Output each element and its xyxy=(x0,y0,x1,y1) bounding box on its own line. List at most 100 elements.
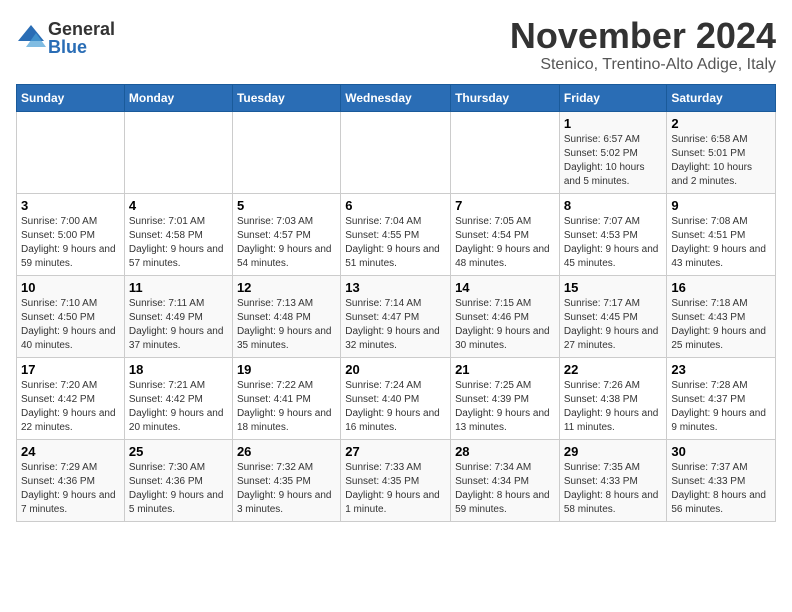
day-info: Sunrise: 7:22 AMSunset: 4:41 PMDaylight:… xyxy=(237,380,332,433)
day-number: 14 xyxy=(455,280,555,295)
day-number: 16 xyxy=(671,280,771,295)
day-number: 25 xyxy=(129,444,228,459)
day-info: Sunrise: 7:15 AMSunset: 4:46 PMDaylight:… xyxy=(455,298,550,351)
day-cell: 17Sunrise: 7:20 AMSunset: 4:42 PMDayligh… xyxy=(17,357,125,439)
day-cell: 27 Sunrise: 7:33 AMSunset: 4:35 PMDayligh… xyxy=(341,439,451,521)
day-number: 24 xyxy=(21,444,120,459)
day-cell: 6 Sunrise: 7:04 AMSunset: 4:55 PMDaylight… xyxy=(341,193,451,275)
logo-icon xyxy=(16,23,46,53)
week-row-4: 17Sunrise: 7:20 AMSunset: 4:42 PMDayligh… xyxy=(17,357,776,439)
day-cell: 18 Sunrise: 7:21 AMSunset: 4:42 PMDayligh… xyxy=(124,357,232,439)
day-cell: 16 Sunrise: 7:18 AMSunset: 4:43 PMDayligh… xyxy=(667,275,776,357)
day-info: Sunrise: 7:07 AMSunset: 4:53 PMDaylight:… xyxy=(564,216,659,269)
day-info: Sunrise: 7:11 AMSunset: 4:49 PMDaylight:… xyxy=(129,298,224,351)
logo: General Blue xyxy=(16,20,115,56)
header-cell-monday: Monday xyxy=(124,84,232,111)
day-number: 5 xyxy=(237,198,336,213)
day-number: 29 xyxy=(564,444,663,459)
day-info: Sunrise: 7:21 AMSunset: 4:42 PMDaylight:… xyxy=(129,380,224,433)
day-cell: 8 Sunrise: 7:07 AMSunset: 4:53 PMDaylight… xyxy=(559,193,667,275)
day-cell: 26Sunrise: 7:32 AMSunset: 4:35 PMDayligh… xyxy=(232,439,340,521)
day-cell: 23Sunrise: 7:28 AMSunset: 4:37 PMDayligh… xyxy=(667,357,776,439)
day-info: Sunrise: 7:04 AMSunset: 4:55 PMDaylight:… xyxy=(345,216,440,269)
day-info: Sunrise: 7:05 AMSunset: 4:54 PMDaylight:… xyxy=(455,216,550,269)
day-number: 23 xyxy=(671,362,771,377)
day-number: 22 xyxy=(564,362,663,377)
header-row: SundayMondayTuesdayWednesdayThursdayFrid… xyxy=(17,84,776,111)
day-info: Sunrise: 6:57 AMSunset: 5:02 PMDaylight:… xyxy=(564,134,645,187)
day-cell: 11 Sunrise: 7:11 AMSunset: 4:49 PMDayligh… xyxy=(124,275,232,357)
logo-general-text: General xyxy=(48,20,115,38)
day-number: 2 xyxy=(671,116,771,131)
day-number: 9 xyxy=(671,198,771,213)
day-cell: 13Sunrise: 7:14 AMSunset: 4:47 PMDayligh… xyxy=(341,275,451,357)
day-number: 1 xyxy=(564,116,663,131)
day-cell: 22 Sunrise: 7:26 AMSunset: 4:38 PMDayligh… xyxy=(559,357,667,439)
title-section: November 2024 Stenico, Trentino-Alto Adi… xyxy=(510,16,776,74)
day-cell: 19 Sunrise: 7:22 AMSunset: 4:41 PMDayligh… xyxy=(232,357,340,439)
day-number: 11 xyxy=(129,280,228,295)
day-cell xyxy=(124,111,232,193)
day-cell: 5Sunrise: 7:03 AMSunset: 4:57 PMDaylight… xyxy=(232,193,340,275)
day-info: Sunrise: 7:17 AMSunset: 4:45 PMDaylight:… xyxy=(564,298,659,351)
day-number: 15 xyxy=(564,280,663,295)
day-cell: 15 Sunrise: 7:17 AMSunset: 4:45 PMDayligh… xyxy=(559,275,667,357)
day-info: Sunrise: 7:18 AMSunset: 4:43 PMDaylight:… xyxy=(671,298,766,351)
day-number: 4 xyxy=(129,198,228,213)
day-cell xyxy=(17,111,125,193)
day-number: 30 xyxy=(671,444,771,459)
day-number: 19 xyxy=(237,362,336,377)
day-cell: 25Sunrise: 7:30 AMSunset: 4:36 PMDayligh… xyxy=(124,439,232,521)
day-number: 17 xyxy=(21,362,120,377)
day-info: Sunrise: 7:33 AMSunset: 4:35 PMDaylight:… xyxy=(345,462,440,515)
day-info: Sunrise: 6:58 AMSunset: 5:01 PMDaylight:… xyxy=(671,134,752,187)
day-number: 20 xyxy=(345,362,446,377)
day-cell: 4 Sunrise: 7:01 AMSunset: 4:58 PMDaylight… xyxy=(124,193,232,275)
header-cell-thursday: Thursday xyxy=(451,84,560,111)
header-cell-sunday: Sunday xyxy=(17,84,125,111)
day-cell: 3Sunrise: 7:00 AMSunset: 5:00 PMDaylight… xyxy=(17,193,125,275)
week-row-1: 1 Sunrise: 6:57 AMSunset: 5:02 PMDaylight… xyxy=(17,111,776,193)
day-number: 10 xyxy=(21,280,120,295)
day-info: Sunrise: 7:01 AMSunset: 4:58 PMDaylight:… xyxy=(129,216,224,269)
day-number: 27 xyxy=(345,444,446,459)
day-number: 8 xyxy=(564,198,663,213)
day-cell: 21 Sunrise: 7:25 AMSunset: 4:39 PMDayligh… xyxy=(451,357,560,439)
day-info: Sunrise: 7:26 AMSunset: 4:38 PMDaylight:… xyxy=(564,380,659,433)
header: General Blue November 2024 Stenico, Tren… xyxy=(16,16,776,74)
day-number: 3 xyxy=(21,198,120,213)
day-number: 18 xyxy=(129,362,228,377)
month-title: November 2024 xyxy=(510,16,776,56)
day-number: 6 xyxy=(345,198,446,213)
day-info: Sunrise: 7:34 AMSunset: 4:34 PMDaylight:… xyxy=(455,462,550,515)
subtitle: Stenico, Trentino-Alto Adige, Italy xyxy=(510,56,776,74)
day-number: 12 xyxy=(237,280,336,295)
day-info: Sunrise: 7:25 AMSunset: 4:39 PMDaylight:… xyxy=(455,380,550,433)
day-cell: 24Sunrise: 7:29 AMSunset: 4:36 PMDayligh… xyxy=(17,439,125,521)
day-info: Sunrise: 7:13 AMSunset: 4:48 PMDaylight:… xyxy=(237,298,332,351)
day-cell xyxy=(232,111,340,193)
header-cell-wednesday: Wednesday xyxy=(341,84,451,111)
day-cell xyxy=(451,111,560,193)
day-number: 21 xyxy=(455,362,555,377)
day-cell: 28 Sunrise: 7:34 AMSunset: 4:34 PMDayligh… xyxy=(451,439,560,521)
day-cell: 10 Sunrise: 7:10 AMSunset: 4:50 PMDayligh… xyxy=(17,275,125,357)
day-number: 13 xyxy=(345,280,446,295)
week-row-3: 10 Sunrise: 7:10 AMSunset: 4:50 PMDayligh… xyxy=(17,275,776,357)
day-cell: 9 Sunrise: 7:08 AMSunset: 4:51 PMDaylight… xyxy=(667,193,776,275)
day-number: 28 xyxy=(455,444,555,459)
day-cell: 7 Sunrise: 7:05 AMSunset: 4:54 PMDaylight… xyxy=(451,193,560,275)
day-number: 7 xyxy=(455,198,555,213)
day-cell: 2 Sunrise: 6:58 AMSunset: 5:01 PMDaylight… xyxy=(667,111,776,193)
day-info: Sunrise: 7:10 AMSunset: 4:50 PMDaylight:… xyxy=(21,298,116,351)
header-cell-friday: Friday xyxy=(559,84,667,111)
day-cell: 1 Sunrise: 6:57 AMSunset: 5:02 PMDaylight… xyxy=(559,111,667,193)
day-info: Sunrise: 7:08 AMSunset: 4:51 PMDaylight:… xyxy=(671,216,766,269)
day-info: Sunrise: 7:35 AMSunset: 4:33 PMDaylight:… xyxy=(564,462,659,515)
week-row-5: 24Sunrise: 7:29 AMSunset: 4:36 PMDayligh… xyxy=(17,439,776,521)
header-cell-saturday: Saturday xyxy=(667,84,776,111)
day-cell: 20Sunrise: 7:24 AMSunset: 4:40 PMDayligh… xyxy=(341,357,451,439)
day-cell xyxy=(341,111,451,193)
calendar-table: SundayMondayTuesdayWednesdayThursdayFrid… xyxy=(16,84,776,522)
day-number: 26 xyxy=(237,444,336,459)
